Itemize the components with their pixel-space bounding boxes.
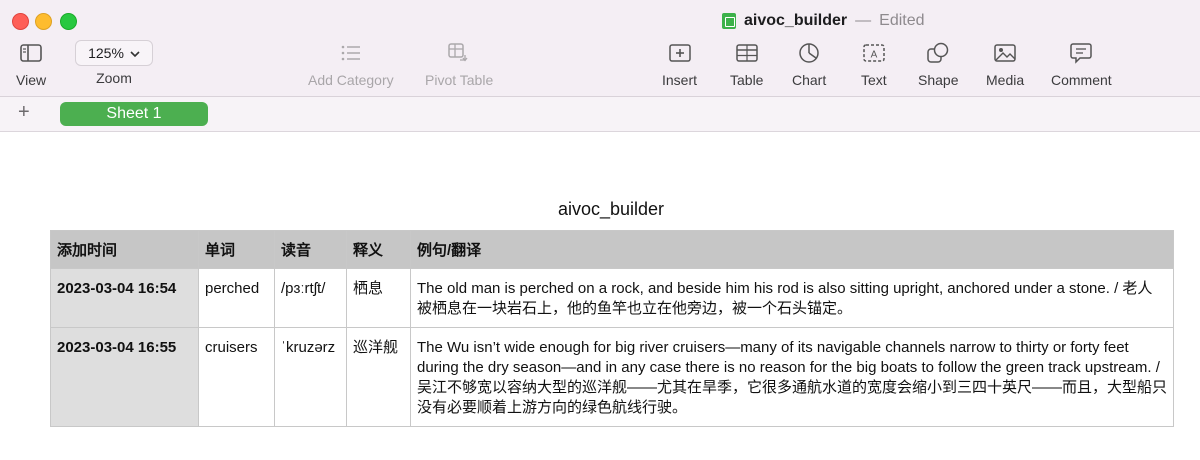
cell-example[interactable]: The Wu isn’t wide enough for big river c… <box>410 327 1174 427</box>
cell-word[interactable]: perched <box>198 268 275 328</box>
cell-time[interactable]: 2023-03-04 16:54 <box>50 268 199 328</box>
add-category-icon <box>340 40 362 66</box>
close-window-button[interactable] <box>12 13 29 30</box>
insert-label: Insert <box>662 72 698 88</box>
sheet-tab-bar: + Sheet 1 <box>0 97 1200 132</box>
table-title[interactable]: aivoc_builder <box>0 199 1200 220</box>
shape-button[interactable]: Shape <box>918 40 958 88</box>
text-label: Text <box>861 72 887 88</box>
chart-label: Chart <box>792 72 827 88</box>
vocab-table[interactable]: 添加时间 单词 读音 释义 例句/翻译 2023-03-04 16:54 per… <box>50 230 1174 427</box>
sheet-tab-sheet-1[interactable]: Sheet 1 <box>60 102 208 126</box>
document-status: Edited <box>879 12 925 29</box>
table-label: Table <box>730 72 764 88</box>
zoom-control: 125% Zoom <box>75 40 153 86</box>
pivot-table-icon <box>448 40 470 66</box>
cell-meaning[interactable]: 巡洋舰 <box>346 327 411 427</box>
cell-phonetic[interactable]: /pɜːrtʃt/ <box>274 268 347 328</box>
view-button[interactable]: View <box>16 40 46 88</box>
comment-label: Comment <box>1051 72 1112 88</box>
cell-example[interactable]: The old man is perched on a rock, and be… <box>410 268 1174 328</box>
fullscreen-window-button[interactable] <box>60 13 77 30</box>
header-added-time[interactable]: 添加时间 <box>50 230 199 269</box>
media-label: Media <box>986 72 1025 88</box>
comment-button[interactable]: Comment <box>1051 40 1112 88</box>
table-row: 2023-03-04 16:55 cruisers ˈkruzərz 巡洋舰 T… <box>50 327 1174 427</box>
header-meaning[interactable]: 释义 <box>346 230 411 269</box>
cell-phonetic[interactable]: ˈkruzərz <box>274 327 347 427</box>
document-title: aivoc_builder — Edited <box>722 10 925 32</box>
pivot-table-label: Pivot Table <box>425 72 494 88</box>
svg-text:A: A <box>871 50 878 61</box>
zoom-select[interactable]: 125% <box>75 40 153 66</box>
insert-button[interactable]: Insert <box>662 40 697 88</box>
table-icon <box>735 40 758 66</box>
text-icon: A <box>863 40 885 66</box>
window-toolbar: aivoc_builder — Edited View 125% Zoom Ad… <box>0 0 1200 97</box>
text-button[interactable]: A Text <box>861 40 887 88</box>
table-button[interactable]: Table <box>730 40 763 88</box>
title-separator: — <box>855 12 872 29</box>
chart-icon <box>798 40 820 66</box>
shape-icon <box>927 40 949 66</box>
cell-word[interactable]: cruisers <box>198 327 275 427</box>
chart-button[interactable]: Chart <box>792 40 826 88</box>
media-button[interactable]: Media <box>986 40 1024 88</box>
media-icon <box>994 40 1016 66</box>
chevron-down-icon <box>130 45 140 61</box>
cell-meaning[interactable]: 栖息 <box>346 268 411 328</box>
document-name[interactable]: aivoc_builder <box>744 12 847 30</box>
add-category-label: Add Category <box>308 72 394 88</box>
numbers-doc-icon <box>722 13 736 29</box>
add-category-button[interactable]: Add Category <box>308 40 394 88</box>
header-phonetic[interactable]: 读音 <box>274 230 347 269</box>
header-row: 添加时间 单词 读音 释义 例句/翻译 <box>50 230 1174 269</box>
comment-icon <box>1070 40 1093 66</box>
header-example[interactable]: 例句/翻译 <box>410 230 1174 269</box>
minimize-window-button[interactable] <box>35 13 52 30</box>
view-label: View <box>16 72 47 88</box>
cell-time[interactable]: 2023-03-04 16:55 <box>50 327 199 427</box>
shape-label: Shape <box>918 72 959 88</box>
sidebar-view-icon <box>20 40 42 66</box>
table-row: 2023-03-04 16:54 perched /pɜːrtʃt/ 栖息 Th… <box>50 268 1174 328</box>
zoom-value: 125% <box>88 45 124 61</box>
pivot-table-button[interactable]: Pivot Table <box>425 40 493 88</box>
header-word[interactable]: 单词 <box>198 230 275 269</box>
zoom-label: Zoom <box>96 70 132 86</box>
insert-icon <box>668 40 691 66</box>
add-sheet-button[interactable]: + <box>18 102 30 122</box>
